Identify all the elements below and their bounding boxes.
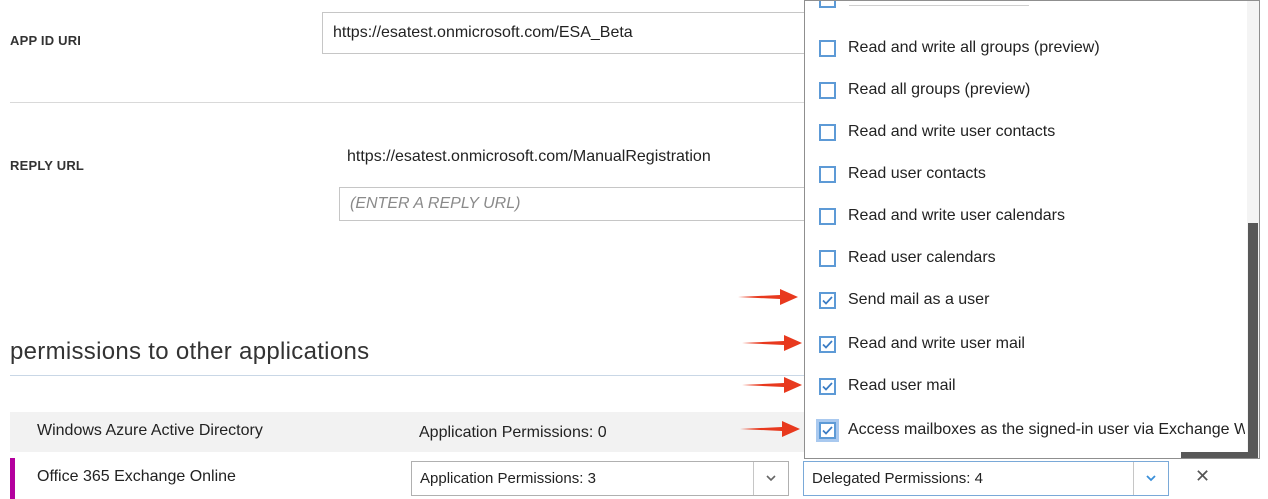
chevron-down-icon[interactable] (1133, 462, 1168, 495)
permission-item-focused[interactable]: Access mailboxes as the signed-in user v… (815, 415, 1245, 445)
permissions-section-title: permissions to other applications (10, 338, 370, 365)
clipped-item (849, 1, 1029, 6)
application-permissions-select[interactable]: Application Permissions: 3 (411, 461, 789, 496)
permission-label: Send mail as a user (848, 291, 990, 308)
chevron-down-icon[interactable] (753, 462, 788, 495)
permission-item[interactable]: Read and write user calendars (819, 203, 1065, 229)
app-name: Office 365 Exchange Online (37, 468, 236, 485)
permission-item[interactable]: Read and write all groups (preview) (819, 35, 1100, 61)
checkbox[interactable] (819, 207, 836, 225)
permission-label: Read and write user contacts (848, 123, 1056, 140)
app-name: Windows Azure Active Directory (37, 422, 263, 439)
application-permissions-value: Application Permissions: 3 (420, 470, 596, 487)
permission-item[interactable]: Read all groups (preview) (819, 77, 1030, 103)
permission-item[interactable]: Send mail as a user (819, 287, 989, 313)
permission-label: Read user mail (848, 377, 956, 394)
checkmark-icon (822, 339, 833, 349)
checkbox[interactable] (819, 123, 836, 141)
red-arrow-icon (742, 335, 802, 351)
section-divider (10, 375, 810, 376)
red-arrow-icon (738, 289, 798, 305)
checkbox[interactable] (819, 291, 836, 309)
close-icon[interactable]: ✕ (1195, 466, 1210, 487)
reply-url-value[interactable]: https://esatest.onmicrosoft.com/ManualRe… (347, 148, 711, 166)
permission-item[interactable]: Read and write user mail (819, 331, 1025, 357)
permission-label: Read user contacts (848, 165, 986, 182)
permission-label: Read all groups (preview) (848, 81, 1031, 98)
permission-item[interactable]: Read user calendars (819, 245, 996, 271)
permission-label: Access mailboxes as the signed-in user v… (848, 421, 1245, 438)
vertical-scrollbar[interactable] (1247, 1, 1259, 458)
checkbox[interactable] (819, 39, 836, 57)
red-arrow-icon (742, 377, 802, 393)
checkbox[interactable] (819, 377, 836, 395)
permission-item[interactable]: Read user contacts (819, 161, 986, 187)
delegated-permissions-dropdown: Read and write all groups (preview) Read… (804, 0, 1260, 459)
delegated-permissions-select[interactable]: Delegated Permissions: 4 (803, 461, 1169, 496)
checkmark-icon (822, 425, 833, 435)
checkbox[interactable] (816, 418, 839, 442)
checkmark-icon (822, 295, 833, 305)
horizontal-scrollbar-thumb[interactable] (1181, 452, 1249, 458)
delegated-permissions-value: Delegated Permissions: 4 (812, 470, 983, 487)
permission-label: Read user calendars (848, 249, 996, 266)
permission-label: Read and write user calendars (848, 207, 1066, 224)
red-arrow-icon (740, 421, 800, 437)
divider (10, 102, 810, 103)
scrollbar-thumb[interactable] (1248, 223, 1258, 458)
permission-item[interactable]: Read and write user contacts (819, 119, 1055, 145)
checkmark-icon (822, 381, 833, 391)
partially-visible-checkbox[interactable] (819, 1, 836, 8)
reply-url-input[interactable]: (ENTER A REPLY URL) (339, 187, 812, 221)
permission-label: Read and write all groups (preview) (848, 39, 1100, 56)
checkbox[interactable] (819, 165, 836, 183)
checkbox[interactable] (819, 81, 836, 99)
permission-item[interactable]: Read user mail (819, 373, 956, 399)
permission-row-exchange: Office 365 Exchange Online Application P… (10, 458, 1268, 499)
permission-row-azure-ad: Windows Azure Active Directory Applicati… (10, 412, 810, 452)
app-id-uri-input[interactable]: https://esatest.onmicrosoft.com/ESA_Beta (322, 12, 812, 54)
permission-label: Read and write user mail (848, 335, 1025, 352)
app-id-uri-label: APP ID URI (10, 33, 82, 48)
application-permissions-text: Application Permissions: 0 (419, 424, 607, 441)
checkbox[interactable] (819, 249, 836, 267)
checkbox[interactable] (819, 335, 836, 353)
selected-row-indicator (10, 458, 15, 499)
reply-url-label: REPLY URL (10, 158, 85, 173)
